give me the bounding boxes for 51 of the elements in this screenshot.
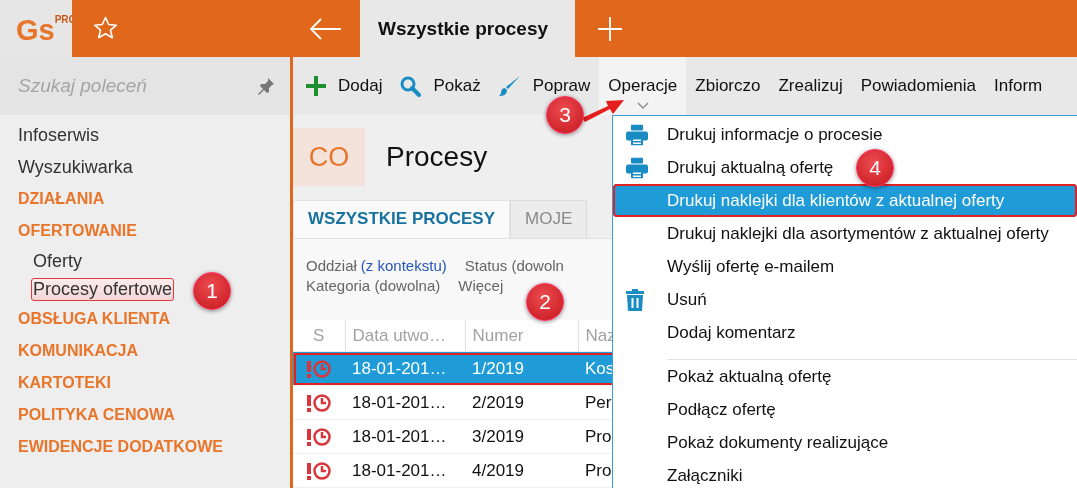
plus-icon [306,76,326,96]
toolbar-button[interactable]: Pokaż [391,57,490,115]
tab[interactable]: WSZYSTKIE PROCESY [293,199,511,239]
toolbar-button[interactable]: Inform [985,57,1052,115]
pin-icon[interactable] [257,77,275,95]
menu-item[interactable]: Drukuj aktualną ofertę [613,151,834,184]
page-title: Procesy [386,141,488,174]
brush-icon [498,75,521,97]
printer-icon [626,124,648,145]
trash-icon [626,288,644,311]
sidebar-item[interactable]: Infoserwis [17,124,101,146]
toolbar-button[interactable]: Zbiorczo [686,57,770,115]
sidebar-item[interactable]: Oferty [32,250,83,272]
menu-item[interactable]: Drukuj naklejki dla asortymentów z aktualnej oferty [613,217,1049,250]
table-cell: 18-01-201… [345,453,465,488]
sidebar-item[interactable]: Wyszukiwarka [17,156,134,178]
sidebar-item[interactable]: Procesy ofertowe [31,277,175,301]
back-arrow-icon[interactable] [310,17,342,40]
printer-icon [626,157,648,178]
table-cell: 18-01-201… [345,385,465,420]
toolbar-button[interactable]: Powiadomienia [851,57,986,115]
filter-label[interactable]: Status (dowoln [464,257,564,275]
alert-clock-icon [306,358,332,379]
menu-item[interactable]: Załączniki [613,459,743,488]
tab[interactable]: Wszystkie procesy [360,0,575,57]
table-cell: 18-01-201… [345,351,465,386]
toolbar-button[interactable]: Dodaj [297,57,392,115]
search-icon [400,75,422,97]
filter-value[interactable]: (z kontekstu) [360,257,447,275]
module-badge: CO [293,128,365,187]
menu-item[interactable]: Wyślij ofertę e-mailem [613,250,835,283]
filter-label[interactable]: Więcej [458,277,504,295]
alert-clock-icon [306,392,332,413]
alert-clock-icon [306,426,332,447]
star-icon[interactable] [93,16,118,41]
table-cell: 4/2019 [465,453,578,488]
logo-text: Gs [16,14,55,46]
menu-item[interactable]: Usuń [613,283,707,316]
alert-clock-icon [306,460,332,481]
filter-label[interactable]: Kategoria (dowolna) [306,277,441,295]
table-cell: 1/2019 [465,351,578,386]
chevron-down-icon [636,102,649,109]
table-cell: 3/2019 [465,419,578,454]
toolbar-button[interactable]: Operacje [599,57,687,115]
table-cell: 18-01-201… [345,419,465,454]
menu-item[interactable]: Drukuj informacje o procesie [613,118,883,151]
table-cell: 2/2019 [465,385,578,420]
toolbar-button[interactable]: Zrealizuj [769,57,852,115]
menu-item[interactable]: Dodaj komentarz [613,316,796,349]
filter-label[interactable]: Oddział [306,257,357,275]
plus-icon[interactable] [598,16,622,41]
